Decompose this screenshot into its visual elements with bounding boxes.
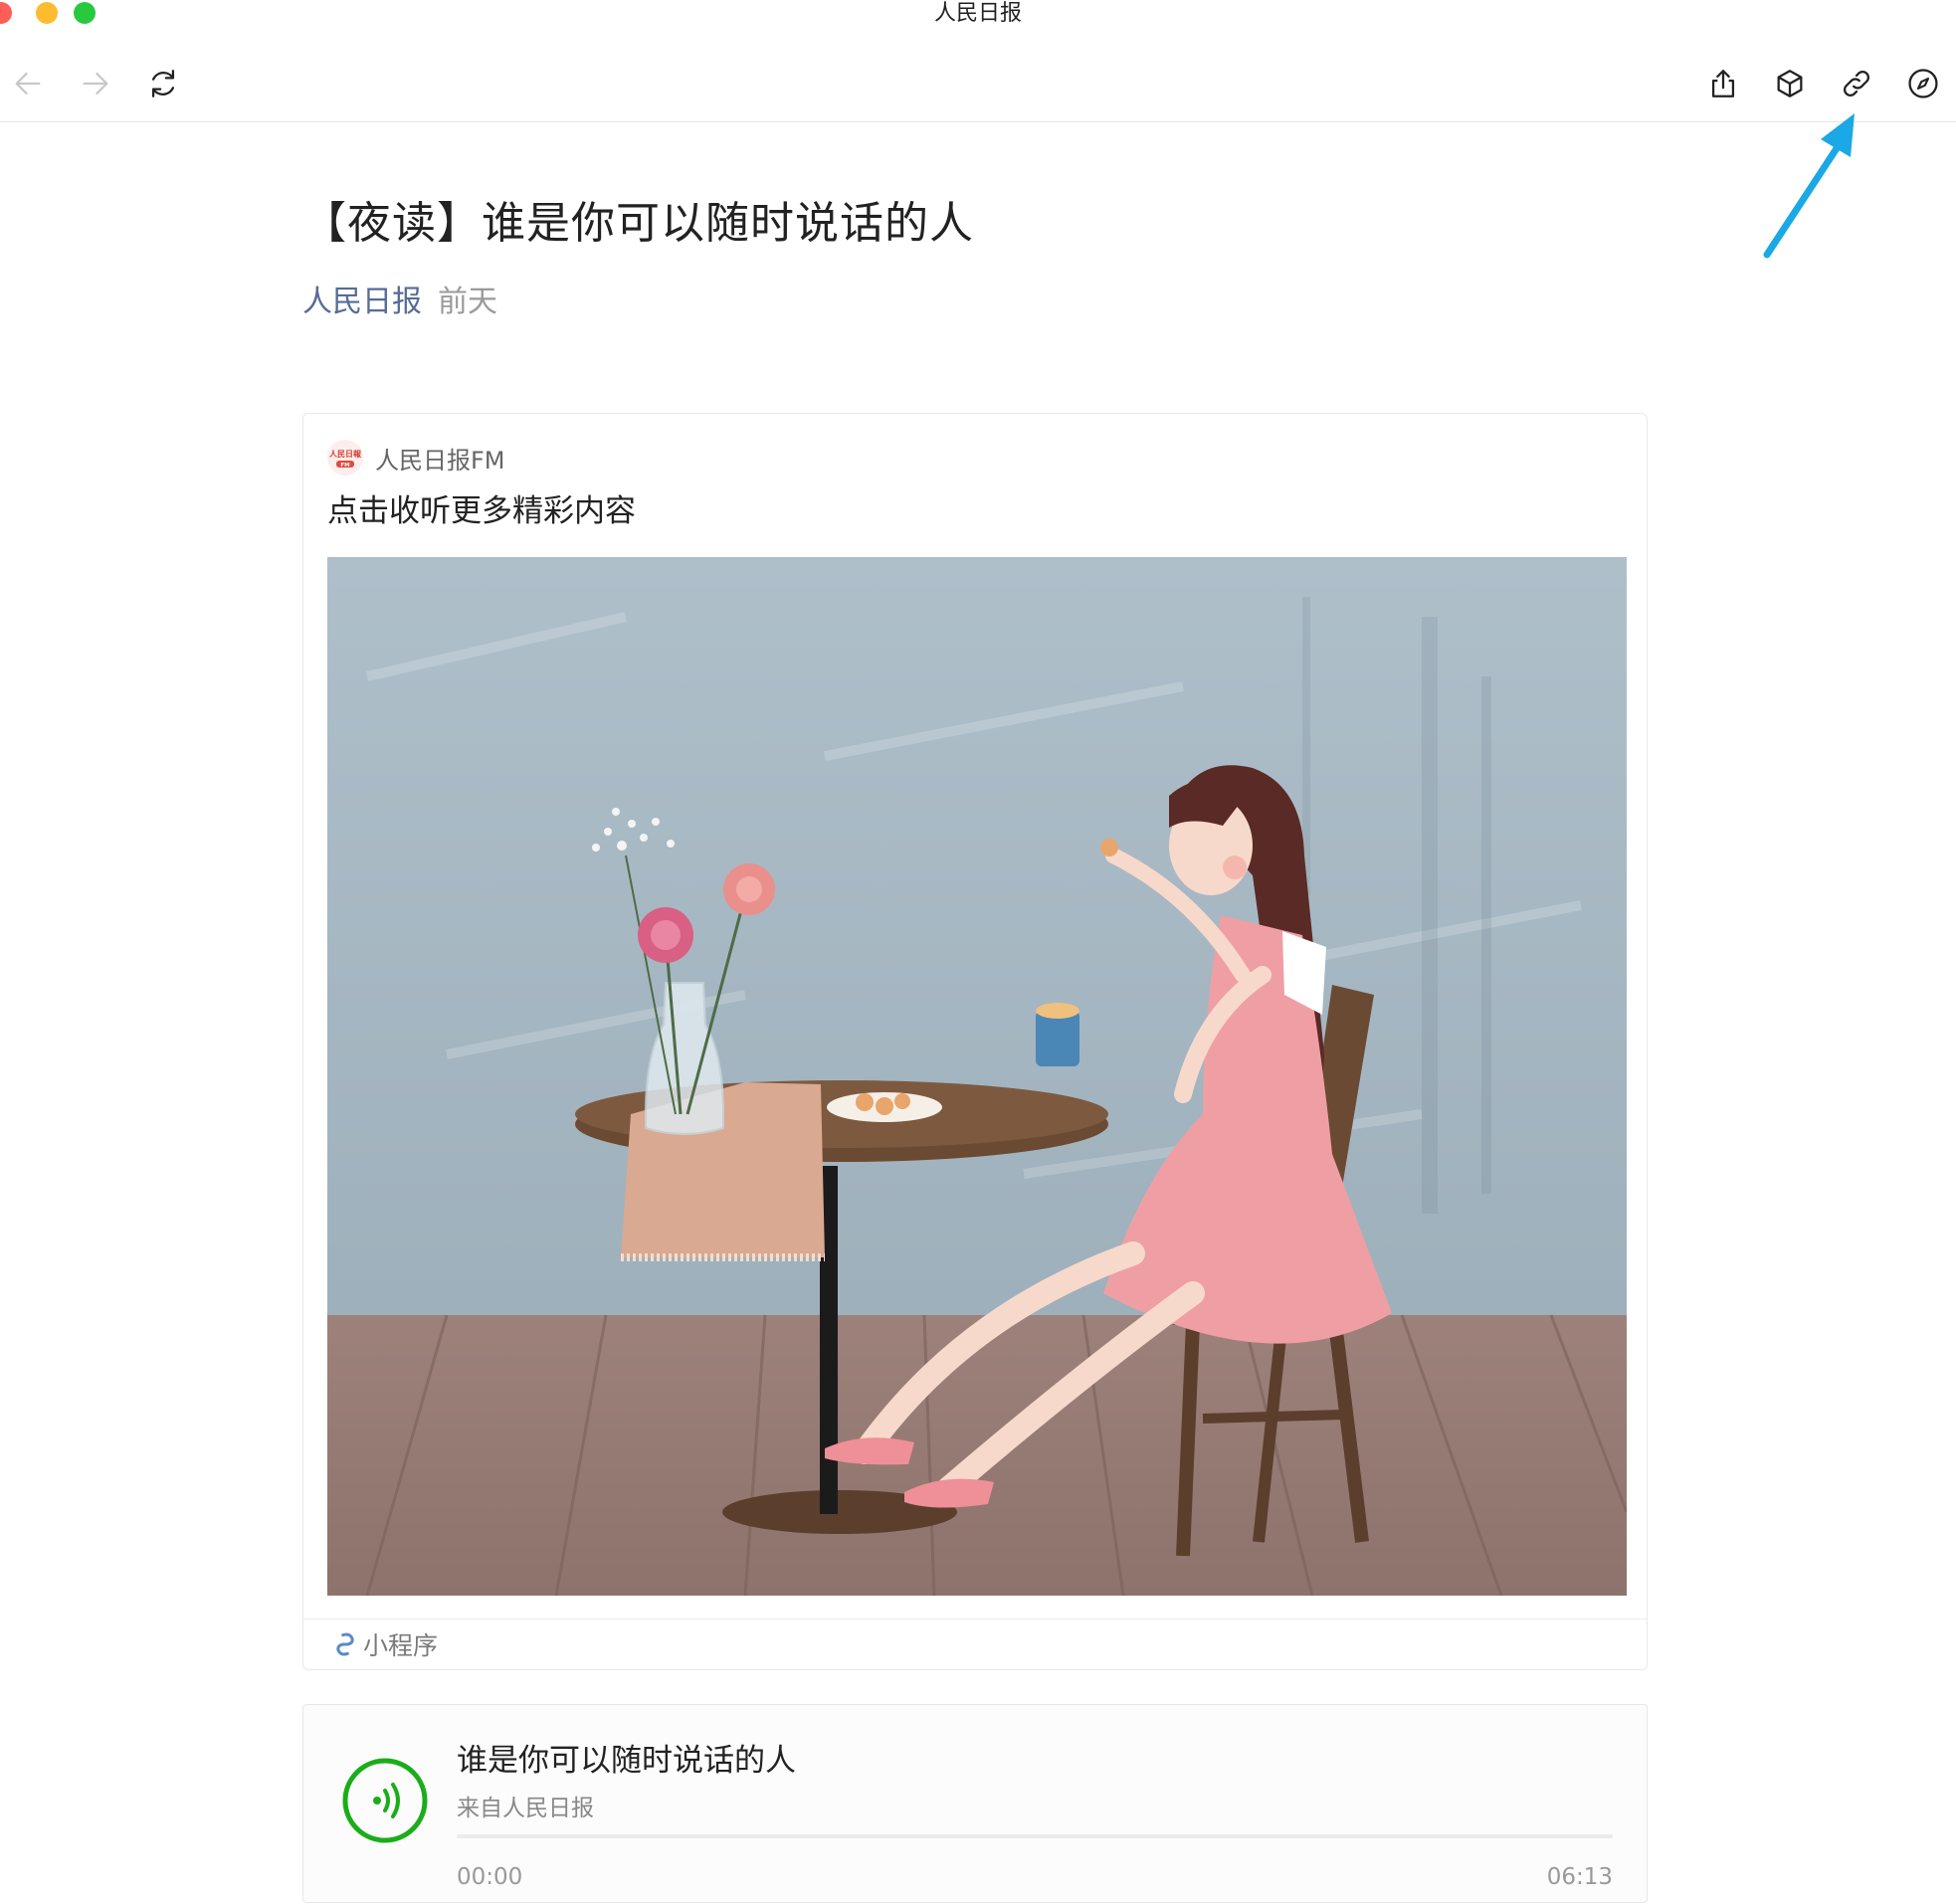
forward-button[interactable]: [76, 64, 115, 103]
mini-program-name: 人民日报FM: [375, 446, 505, 475]
audio-progress-track[interactable]: [457, 1834, 1613, 1838]
mini-program-description: 点击收听更多精彩内容: [327, 493, 636, 529]
refresh-icon: [151, 70, 175, 97]
mini-program-footer-label: 小程序: [363, 1631, 439, 1660]
compass-icon: [1908, 69, 1938, 98]
article-date: 前天: [438, 285, 497, 319]
audio-current-time: 00:00: [457, 1864, 523, 1890]
audio-title: 谁是你可以随时说话的人: [457, 1743, 796, 1779]
people-daily-fm-logo-icon: 人民日報 FM: [327, 440, 363, 476]
mini-program-logo: 人民日報 FM: [327, 440, 363, 476]
mini-program-icon: [336, 1632, 354, 1656]
girl-at-table-illustration: [327, 557, 1627, 1596]
mini-program-header: 人民日報 FM 人民日报FM: [327, 440, 505, 476]
open-in-mini-program-button[interactable]: [1770, 64, 1810, 103]
arrow-left-icon: [15, 72, 41, 95]
cube-icon: [1777, 70, 1803, 97]
share-icon: [1711, 70, 1735, 97]
annotation-arrow-icon: [1763, 113, 1855, 259]
window-titlebar: 人民日报: [0, 0, 1956, 40]
refresh-button[interactable]: [143, 64, 183, 103]
link-icon: [1844, 71, 1869, 96]
article-author-link[interactable]: 人民日报: [302, 285, 422, 319]
article-title: 【夜读】谁是你可以随时说话的人: [302, 198, 974, 249]
window-title: 人民日报: [933, 1, 1022, 26]
svg-text:FM: FM: [340, 463, 349, 469]
open-in-browser-button[interactable]: [1903, 64, 1943, 103]
browser-toolbar: [0, 40, 1956, 122]
mini-program-card[interactable]: 人民日報 FM 人民日报FM 点击收听更多精彩内容 小程序: [302, 413, 1648, 1670]
audio-source: 来自人民日报: [457, 1796, 594, 1821]
share-button[interactable]: [1703, 64, 1743, 103]
back-button[interactable]: [8, 64, 48, 103]
arrow-right-icon: [83, 72, 108, 95]
mini-program-footer: 小程序: [303, 1618, 1647, 1669]
mini-program-cover-illustration[interactable]: [327, 557, 1627, 1596]
copy-link-button[interactable]: [1837, 64, 1876, 103]
audio-player-card[interactable]: 谁是你可以随时说话的人 来自人民日报 00:00 06:13: [302, 1704, 1648, 1903]
svg-text:人民日報: 人民日報: [329, 449, 362, 459]
audio-total-time: 06:13: [1546, 1864, 1613, 1890]
audio-play-button[interactable]: [341, 1757, 429, 1844]
article-meta: 人民日报 前天: [302, 277, 497, 320]
